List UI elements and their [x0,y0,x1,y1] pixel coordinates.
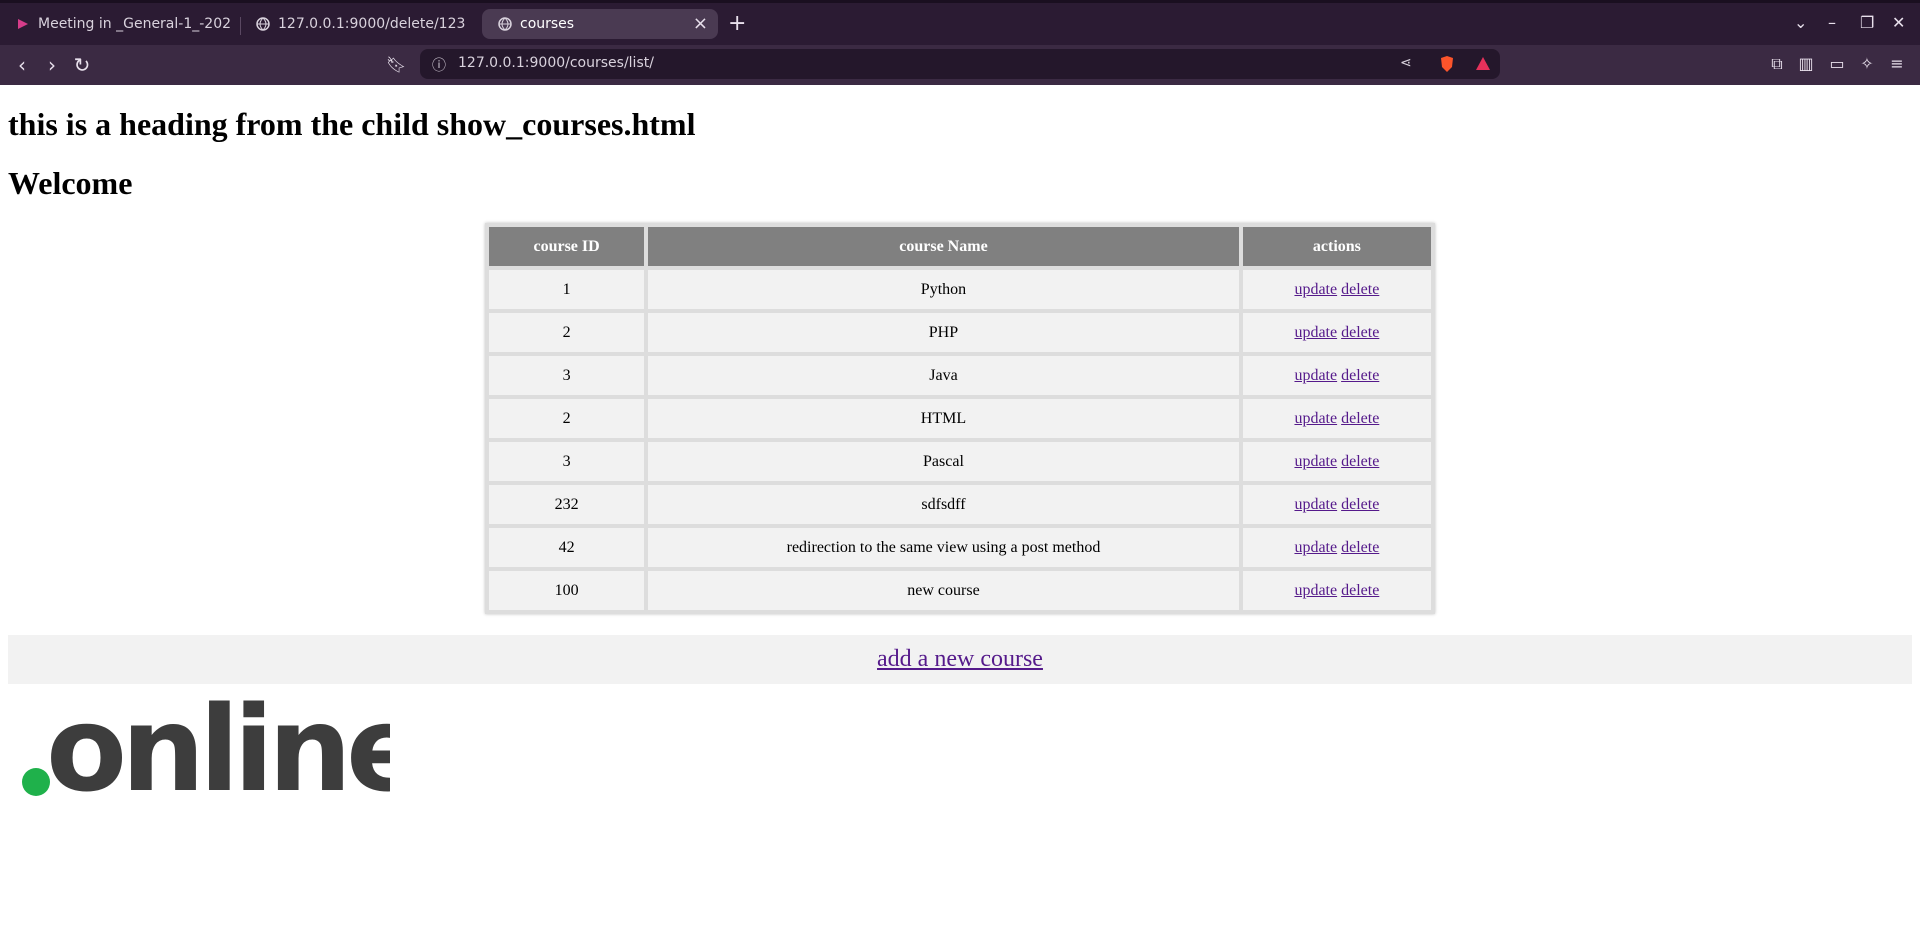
tab-title: 127.0.0.1:9000/delete/123 [278,16,466,32]
table-row: 232 sdfsdff update delete [489,485,1431,524]
bookmark-icon[interactable]: 🔖︎ [384,53,408,77]
table-row: 100 new course update delete [489,571,1431,610]
delete-link[interactable]: delete [1341,496,1379,513]
sidebar-icon[interactable]: ▥ [1797,55,1815,73]
wallet-icon[interactable]: ▭ [1828,55,1846,73]
delete-link[interactable]: delete [1341,281,1379,298]
restore-icon[interactable]: ❐ [1860,13,1874,33]
update-link[interactable]: update [1294,453,1337,470]
delete-link[interactable]: delete [1341,410,1379,427]
globe-icon [256,17,270,31]
course-id-cell: 42 [489,528,645,567]
actions-cell: update delete [1242,270,1431,309]
actions-cell: update delete [1242,571,1431,610]
table-row: 3 Java update delete [489,356,1431,395]
add-course-link[interactable]: add a new course [877,646,1043,672]
column-header-course-id: course ID [489,227,645,266]
update-link[interactable]: update [1294,367,1337,384]
page-content: this is a heading from the child show_co… [0,85,1920,949]
course-name-cell: Pascal [648,442,1239,481]
logo-text: online [46,690,390,800]
globe-icon [498,17,512,31]
course-name-cell: new course [648,571,1239,610]
course-id-cell: 100 [489,571,645,610]
tab-courses[interactable]: courses × [482,9,718,39]
update-link[interactable]: update [1294,324,1337,341]
delete-link[interactable]: delete [1341,453,1379,470]
teams-icon [18,19,28,29]
update-link[interactable]: update [1294,281,1337,298]
course-name-cell: redirection to the same view using a pos… [648,528,1239,567]
course-name-cell: sdfsdff [648,485,1239,524]
course-id-cell: 2 [489,313,645,352]
update-link[interactable]: update [1294,539,1337,556]
share-icon[interactable]: ⋖ [1400,55,1412,71]
close-window-icon[interactable]: ✕ [1892,13,1905,33]
tab-list-icon[interactable]: ⌄ [1794,13,1807,33]
update-link[interactable]: update [1294,582,1337,599]
url-text[interactable]: 127.0.0.1:9000/courses/list/ [458,55,654,71]
course-name-cell: Python [648,270,1239,309]
menu-icon[interactable]: ≡ [1888,55,1906,73]
forward-icon[interactable]: › [40,53,64,77]
tab-title: Meeting in _General-1_-2023 [38,16,230,32]
column-header-course-name: course Name [648,227,1239,266]
tab-delete[interactable]: 127.0.0.1:9000/delete/123 [240,9,470,39]
address-bar[interactable]: ⓘ 127.0.0.1:9000/courses/list/ ⋖ [420,49,1500,79]
table-row: 1 Python update delete [489,270,1431,309]
site-info-icon[interactable]: ⓘ [432,55,446,75]
tab-title: courses [520,16,575,32]
add-course-bar: add a new course [8,635,1912,684]
delete-link[interactable]: delete [1341,582,1379,599]
column-header-actions: actions [1242,227,1431,266]
actions-cell: update delete [1242,356,1431,395]
table-header-row: course ID course Name actions [489,227,1431,266]
course-name-cell: Java [648,356,1239,395]
online-logo: online [22,690,390,800]
course-id-cell: 3 [489,442,645,481]
table-row: 2 PHP update delete [489,313,1431,352]
course-name-cell: PHP [648,313,1239,352]
child-heading: this is a heading from the child show_co… [8,106,696,142]
update-link[interactable]: update [1294,496,1337,513]
back-icon[interactable]: ‹ [10,53,34,77]
table-row: 42 redirection to the same view using a p… [489,528,1431,567]
welcome-heading: Welcome [8,165,133,201]
brave-rewards-icon[interactable] [1474,55,1492,73]
table-body: 1 Python update delete 2 PHP update delete 3 Ja… [489,270,1431,610]
update-link[interactable]: update [1294,410,1337,427]
actions-cell: update delete [1242,528,1431,567]
table-row: 2 HTML update delete [489,399,1431,438]
course-id-cell: 3 [489,356,645,395]
actions-cell: update delete [1242,313,1431,352]
course-id-cell: 232 [489,485,645,524]
minimize-icon[interactable]: – [1828,13,1836,33]
leo-ai-icon[interactable]: ✧ [1858,55,1876,73]
new-tab-icon[interactable]: + [728,11,746,37]
actions-cell: update delete [1242,399,1431,438]
delete-link[interactable]: delete [1341,324,1379,341]
tab-meeting[interactable]: Meeting in _General-1_-2023 [0,9,230,39]
table-row: 3 Pascal update delete [489,442,1431,481]
browser-toolbar: ‹ › ↻ 🔖︎ ⓘ 127.0.0.1:9000/courses/list/ … [0,45,1920,85]
course-name-cell: HTML [648,399,1239,438]
course-id-cell: 1 [489,270,645,309]
course-id-cell: 2 [489,399,645,438]
close-tab-icon[interactable]: × [693,14,708,34]
actions-cell: update delete [1242,485,1431,524]
browser-tab-bar: Meeting in _General-1_-2023 127.0.0.1:90… [0,0,1920,45]
delete-link[interactable]: delete [1341,539,1379,556]
brave-shields-icon[interactable] [1438,55,1456,73]
courses-table: course ID course Name actions 1 Python upd… [485,223,1435,614]
reload-icon[interactable]: ↻ [70,53,94,77]
extensions-icon[interactable]: ⧉ [1768,55,1786,73]
delete-link[interactable]: delete [1341,367,1379,384]
actions-cell: update delete [1242,442,1431,481]
